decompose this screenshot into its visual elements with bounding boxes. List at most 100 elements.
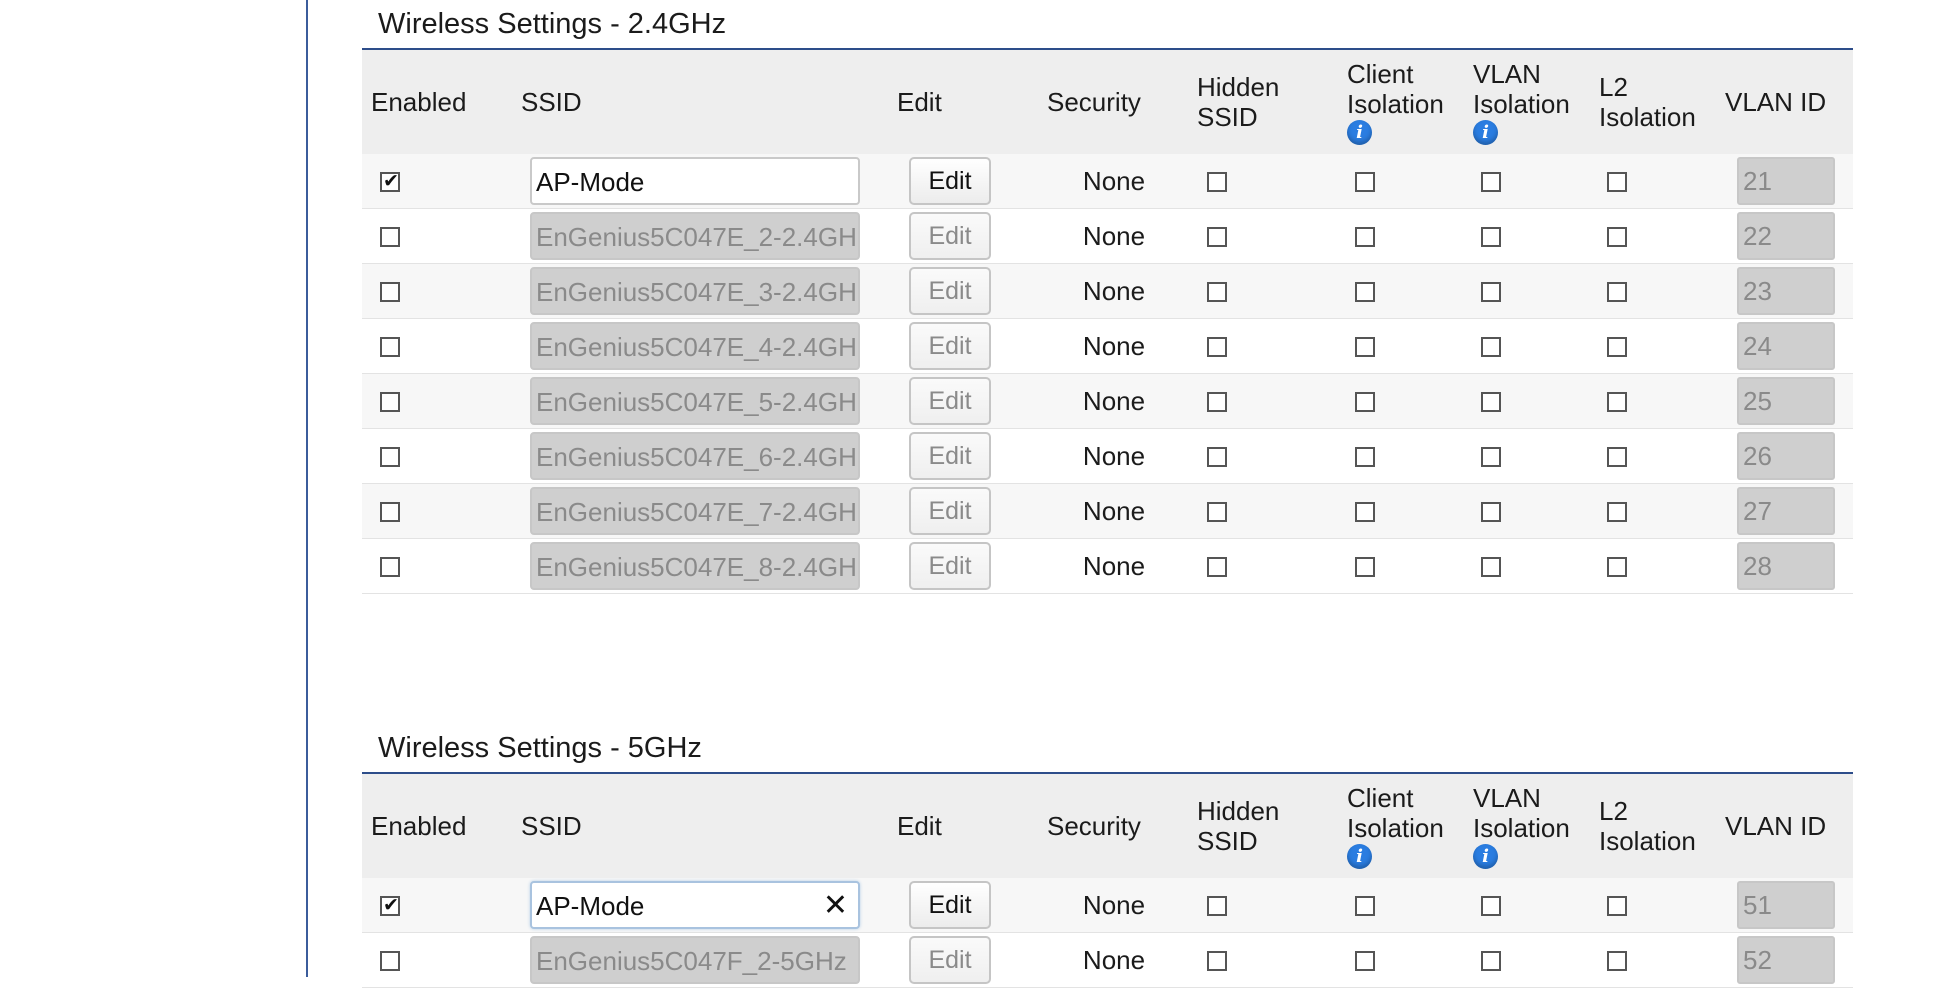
vlan-id-input[interactable]: 28	[1737, 542, 1835, 590]
client-isolation-checkbox[interactable]	[1355, 502, 1375, 522]
client-isolation-checkbox[interactable]	[1355, 557, 1375, 577]
l2-isolation-checkbox[interactable]	[1607, 392, 1627, 412]
client-isolation-checkbox[interactable]	[1355, 227, 1375, 247]
l2-isolation-checkbox[interactable]	[1607, 896, 1627, 916]
l2-isolation-checkbox[interactable]	[1607, 282, 1627, 302]
vlan-isolation-checkbox[interactable]	[1481, 282, 1501, 302]
table-row: EnGenius5C047E_7-2.4GH Edit None 27	[362, 484, 1853, 539]
client-isolation-checkbox[interactable]	[1355, 896, 1375, 916]
vlan-id-input[interactable]: 22	[1737, 212, 1835, 260]
col-hidden-ssid: Hidden SSID	[1197, 72, 1280, 132]
vlan-id-input[interactable]: 26	[1737, 432, 1835, 480]
info-icon[interactable]: i	[1473, 120, 1498, 145]
edit-button[interactable]: Edit	[909, 267, 991, 315]
l2-isolation-checkbox[interactable]	[1607, 227, 1627, 247]
edit-button[interactable]: Edit	[909, 432, 991, 480]
hidden-ssid-checkbox[interactable]	[1207, 172, 1227, 192]
ssid-value: EnGenius5C047E_4-2.4GH	[536, 332, 857, 362]
vlan-isolation-checkbox[interactable]	[1481, 172, 1501, 192]
ssid-input[interactable]: EnGenius5C047E_3-2.4GH	[530, 267, 860, 315]
col-ssid: SSID	[521, 811, 582, 841]
vlan-isolation-checkbox[interactable]	[1481, 447, 1501, 467]
ssid-value: EnGenius5C047E_6-2.4GH	[536, 442, 857, 472]
clear-icon[interactable]: ✕	[823, 883, 848, 927]
table-row: AP-Mode ✕ Edit None 51	[362, 878, 1853, 933]
edit-button[interactable]: Edit	[909, 487, 991, 535]
client-isolation-checkbox[interactable]	[1355, 392, 1375, 412]
edit-button[interactable]: Edit	[909, 157, 991, 205]
vlan-isolation-checkbox[interactable]	[1481, 227, 1501, 247]
col-ssid: SSID	[521, 87, 582, 117]
vlan-isolation-checkbox[interactable]	[1481, 896, 1501, 916]
hidden-ssid-checkbox[interactable]	[1207, 557, 1227, 577]
security-value: None	[1082, 890, 1146, 920]
vlan-isolation-checkbox[interactable]	[1481, 557, 1501, 577]
client-isolation-checkbox[interactable]	[1355, 337, 1375, 357]
hidden-ssid-checkbox[interactable]	[1207, 337, 1227, 357]
enabled-checkbox[interactable]	[380, 392, 400, 412]
l2-isolation-checkbox[interactable]	[1607, 951, 1627, 971]
client-isolation-checkbox[interactable]	[1355, 447, 1375, 467]
section-title: Wireless Settings - 5GHz	[378, 732, 702, 764]
info-icon[interactable]: i	[1473, 844, 1498, 869]
vlan-id-input[interactable]: 25	[1737, 377, 1835, 425]
hidden-ssid-checkbox[interactable]	[1207, 951, 1227, 971]
info-icon[interactable]: i	[1347, 844, 1372, 869]
edit-button[interactable]: Edit	[909, 542, 991, 590]
edit-button[interactable]: Edit	[909, 212, 991, 260]
ssid-input[interactable]: EnGenius5C047E_7-2.4GH	[530, 487, 860, 535]
ssid-input[interactable]: EnGenius5C047E_4-2.4GH	[530, 322, 860, 370]
enabled-checkbox[interactable]	[380, 227, 400, 247]
vlan-id-input[interactable]: 24	[1737, 322, 1835, 370]
enabled-checkbox[interactable]	[380, 170, 400, 192]
vlan-isolation-checkbox[interactable]	[1481, 392, 1501, 412]
client-isolation-checkbox[interactable]	[1355, 951, 1375, 971]
col-enabled: Enabled	[371, 811, 467, 841]
client-isolation-checkbox[interactable]	[1355, 282, 1375, 302]
enabled-checkbox[interactable]	[380, 951, 400, 971]
col-client-isolation: Client Isolation i	[1347, 59, 1444, 145]
ssid-input[interactable]: AP-Mode ✕	[530, 881, 860, 929]
edit-button[interactable]: Edit	[909, 322, 991, 370]
ssid-input[interactable]: AP-Mode	[530, 157, 860, 205]
enabled-checkbox[interactable]	[380, 557, 400, 577]
vlan-id-input[interactable]: 27	[1737, 487, 1835, 535]
l2-isolation-checkbox[interactable]	[1607, 557, 1627, 577]
col-l2-isolation: L2 Isolation	[1599, 796, 1696, 856]
ssid-input[interactable]: EnGenius5C047E_2-2.4GH	[530, 212, 860, 260]
hidden-ssid-checkbox[interactable]	[1207, 447, 1227, 467]
enabled-checkbox[interactable]	[380, 447, 400, 467]
enabled-checkbox[interactable]	[380, 894, 400, 916]
vlan-id-input[interactable]: 51	[1737, 881, 1835, 929]
vlan-id-input[interactable]: 21	[1737, 157, 1835, 205]
hidden-ssid-checkbox[interactable]	[1207, 896, 1227, 916]
client-isolation-checkbox[interactable]	[1355, 172, 1375, 192]
l2-isolation-checkbox[interactable]	[1607, 447, 1627, 467]
vlan-isolation-checkbox[interactable]	[1481, 502, 1501, 522]
ssid-input[interactable]: EnGenius5C047E_6-2.4GH	[530, 432, 860, 480]
hidden-ssid-checkbox[interactable]	[1207, 502, 1227, 522]
ssid-input[interactable]: EnGenius5C047E_8-2.4GH	[530, 542, 860, 590]
ssid-input[interactable]: EnGenius5C047E_5-2.4GH	[530, 377, 860, 425]
edit-button[interactable]: Edit	[909, 881, 991, 929]
edit-button[interactable]: Edit	[909, 377, 991, 425]
info-icon[interactable]: i	[1347, 120, 1372, 145]
vlan-isolation-checkbox[interactable]	[1481, 951, 1501, 971]
l2-isolation-checkbox[interactable]	[1607, 172, 1627, 192]
table-row: EnGenius5C047E_8-2.4GH Edit None 28	[362, 539, 1853, 594]
ssid-value: AP-Mode	[536, 891, 645, 921]
hidden-ssid-checkbox[interactable]	[1207, 392, 1227, 412]
vlan-id-input[interactable]: 23	[1737, 267, 1835, 315]
col-enabled: Enabled	[371, 87, 467, 117]
col-client-isolation: Client Isolation i	[1347, 783, 1444, 869]
hidden-ssid-checkbox[interactable]	[1207, 227, 1227, 247]
enabled-checkbox[interactable]	[380, 282, 400, 302]
enabled-checkbox[interactable]	[380, 337, 400, 357]
l2-isolation-checkbox[interactable]	[1607, 502, 1627, 522]
enabled-checkbox[interactable]	[380, 502, 400, 522]
l2-isolation-checkbox[interactable]	[1607, 337, 1627, 357]
ssid-value: EnGenius5C047E_5-2.4GH	[536, 387, 857, 417]
vlan-isolation-checkbox[interactable]	[1481, 337, 1501, 357]
col-vlan-isolation: VLAN Isolation i	[1473, 783, 1570, 869]
hidden-ssid-checkbox[interactable]	[1207, 282, 1227, 302]
